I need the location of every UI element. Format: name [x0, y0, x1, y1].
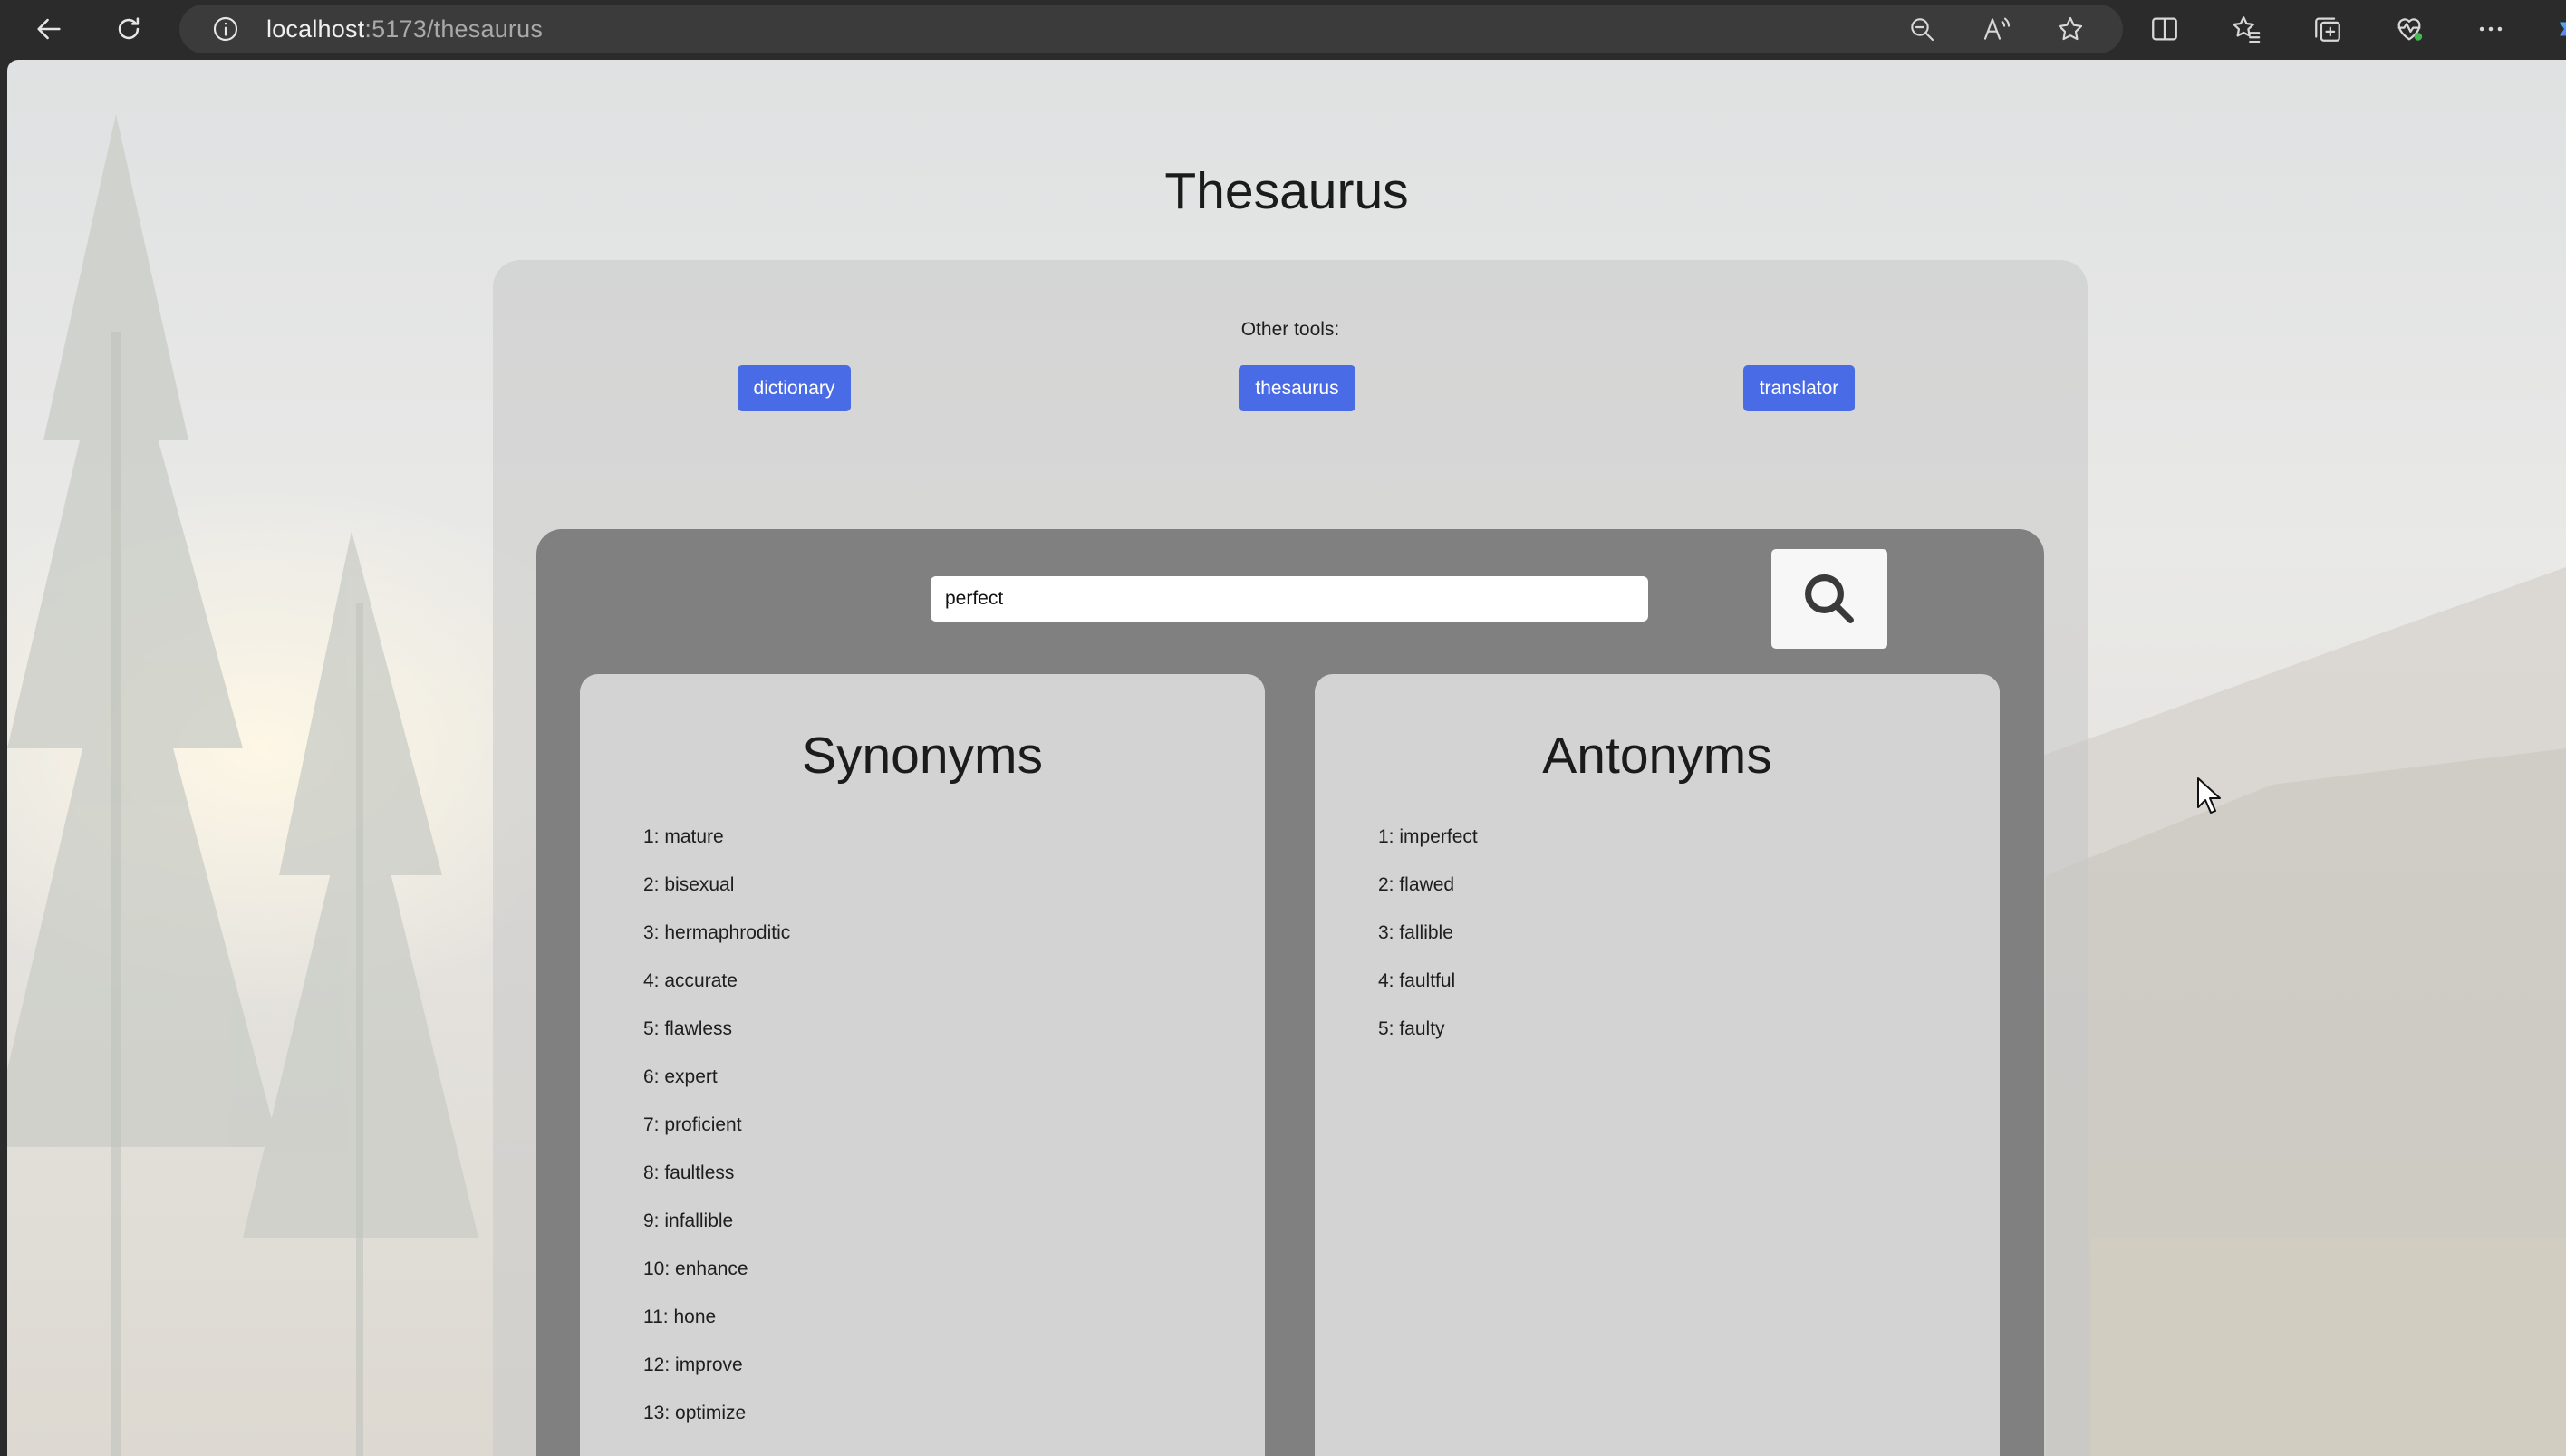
list-item: 2: flawed — [1378, 874, 1455, 895]
list-item: 3: hermaphroditic — [643, 922, 791, 943]
antonyms-panel: Antonyms 1: imperfect 2: flawed 3: falli… — [1315, 674, 2000, 1456]
synonyms-panel: Synonyms 1: mature 2: bisexual 3: hermap… — [580, 674, 1265, 1456]
list-item: 9: infallible — [643, 1210, 734, 1231]
thesaurus-panel: Synonyms 1: mature 2: bisexual 3: hermap… — [536, 529, 2044, 1456]
list-item: 6: expert — [643, 1066, 718, 1087]
list-item: 11: hone — [643, 1307, 717, 1327]
list-item: 12: improve — [643, 1355, 743, 1375]
refresh-icon[interactable] — [105, 5, 152, 53]
translator-button[interactable]: translator — [1743, 365, 1855, 411]
url-host: localhost — [266, 14, 365, 43]
synonyms-heading: Synonyms — [801, 727, 1044, 785]
favorite-star-icon[interactable] — [2054, 13, 2087, 45]
list-item: 7: proficient — [643, 1114, 742, 1135]
browser-essentials-icon[interactable] — [2392, 12, 2426, 46]
list-item: 10: enhance — [643, 1258, 748, 1279]
antonyms-heading: Antonyms — [1542, 727, 1772, 785]
list-item: 3: fallible — [1378, 922, 1453, 943]
read-aloud-icon[interactable] — [1980, 13, 2012, 45]
other-tools-label: Other tools: — [1240, 319, 1340, 340]
address-bar[interactable]: localhost:5173/thesaurus — [179, 5, 2123, 53]
list-item: 4: accurate — [643, 970, 738, 991]
browser-toolbar: localhost:5173/thesaurus — [0, 0, 2566, 57]
list-item: 1: mature — [643, 826, 724, 847]
list-item: 5: faulty — [1378, 1018, 1445, 1039]
url-text[interactable]: localhost:5173/thesaurus — [266, 15, 543, 43]
list-item: 8: faultless — [643, 1162, 735, 1183]
back-arrow-icon[interactable] — [25, 5, 72, 53]
zoom-out-icon[interactable] — [1905, 13, 1938, 45]
thesaurus-button[interactable]: thesaurus — [1239, 365, 1355, 411]
url-path: :5173/thesaurus — [364, 14, 544, 43]
more-options-icon[interactable] — [2474, 12, 2508, 46]
search-button[interactable] — [1771, 549, 1887, 649]
favorites-icon[interactable] — [2229, 12, 2263, 46]
page-viewport: Thesaurus Other tools: dictionary thesau… — [7, 60, 2566, 1456]
copilot-icon[interactable] — [2555, 12, 2566, 46]
antonyms-list: 1: imperfect 2: flawed 3: fallible 4: fa… — [1378, 826, 1478, 1066]
search-input[interactable] — [931, 576, 1648, 622]
page-title: Thesaurus — [1164, 162, 1409, 220]
list-item: 1: imperfect — [1378, 826, 1478, 847]
synonyms-list: 1: mature 2: bisexual 3: hermaphroditic … — [643, 826, 790, 1451]
collections-icon[interactable] — [2310, 12, 2345, 46]
split-screen-icon[interactable] — [2147, 12, 2182, 46]
search-icon — [1805, 574, 1854, 623]
list-item: 4: faultful — [1378, 970, 1456, 991]
dictionary-button[interactable]: dictionary — [738, 365, 851, 411]
list-item: 13: optimize — [643, 1403, 747, 1423]
site-info-icon[interactable] — [210, 14, 241, 44]
main-card: Other tools: dictionary thesaurus transl… — [493, 260, 2088, 1456]
list-item: 2: bisexual — [643, 874, 735, 895]
mouse-cursor-icon — [2197, 777, 2221, 814]
list-item: 5: flawless — [643, 1018, 733, 1039]
